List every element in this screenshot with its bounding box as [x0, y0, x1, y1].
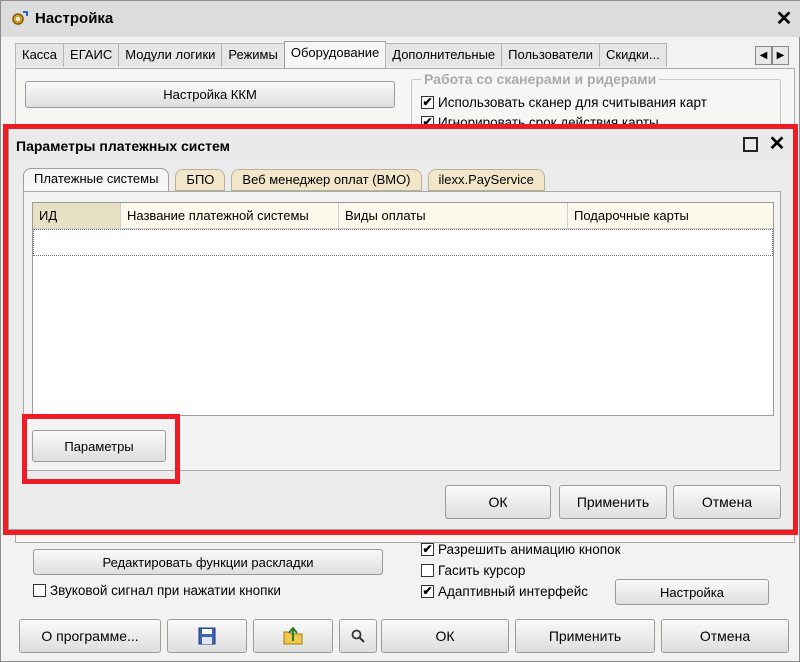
- hide-cursor-checkbox[interactable]: [421, 564, 434, 577]
- apply-button[interactable]: Применить: [515, 619, 655, 653]
- cancel-button[interactable]: Отмена: [661, 619, 789, 653]
- scanner-checkbox[interactable]: ✔: [421, 96, 434, 109]
- column-header-name[interactable]: Название платежной системы: [121, 203, 339, 229]
- dialog-ok-button[interactable]: ОК: [445, 485, 551, 519]
- tab-web-payment-manager[interactable]: Веб менеджер оплат (ВМО): [231, 169, 422, 191]
- ok-button[interactable]: ОК: [381, 619, 509, 653]
- hide-cursor-checkbox-label: Гасить курсор: [438, 563, 526, 578]
- tab-scroll-arrows: ◀ ▶: [755, 46, 791, 66]
- adaptive-checkbox-label: Адаптивный интерфейс: [438, 584, 588, 599]
- payment-systems-dialog: Параметры платежных систем ✕ Платежные с…: [8, 128, 795, 530]
- settings-gear-icon: [12, 11, 28, 25]
- dialog-tabbar: Платежные системы БПО Веб менеджер оплат…: [23, 168, 551, 193]
- outer-tabbar: Касса ЕГАИС Модули логики Режимы Оборудо…: [15, 41, 667, 69]
- adaptive-checkbox[interactable]: ✔: [421, 585, 434, 598]
- scanners-group-title: Работа со сканерами и ридерами: [421, 71, 660, 87]
- edit-layout-button[interactable]: Редактировать функции раскладки: [33, 549, 383, 575]
- tab-scroll-left-icon[interactable]: ◀: [755, 46, 772, 65]
- payment-systems-table[interactable]: ИД Название платежной системы Виды оплат…: [32, 202, 774, 416]
- search-button[interactable]: [339, 619, 377, 653]
- tab-users[interactable]: Пользователи: [501, 43, 601, 67]
- animation-checkbox[interactable]: ✔: [421, 543, 434, 556]
- tab-egais[interactable]: ЕГАИС: [63, 43, 120, 67]
- dialog-title: Параметры платежных систем: [16, 138, 230, 154]
- column-header-gift-cards[interactable]: Подарочные карты: [568, 203, 773, 229]
- folder-export-icon: [283, 627, 303, 645]
- tab-ilexx-payservice[interactable]: ilexx.PayService: [427, 169, 545, 191]
- sound-checkbox-row[interactable]: Звуковой сигнал при нажатии кнопки: [33, 583, 281, 598]
- hide-cursor-checkbox-row[interactable]: Гасить курсор: [421, 563, 525, 578]
- sound-checkbox[interactable]: [33, 584, 46, 597]
- scanner-checkbox-label: Использовать сканер для считывания карт: [438, 95, 707, 110]
- parameters-button[interactable]: Параметры: [32, 430, 166, 462]
- column-header-payment-types[interactable]: Виды оплаты: [339, 203, 568, 229]
- tab-additional[interactable]: Дополнительные: [385, 43, 503, 67]
- dialog-titlebar: Параметры платежных систем ✕: [9, 129, 794, 161]
- close-icon[interactable]: ✕: [766, 133, 788, 155]
- column-header-id[interactable]: ИД: [33, 203, 121, 229]
- window-title: Настройка: [35, 10, 114, 27]
- tab-discounts[interactable]: Скидки...: [599, 43, 667, 67]
- maximize-icon[interactable]: [743, 137, 758, 152]
- tab-logic-modules[interactable]: Модули логики: [118, 43, 223, 67]
- floppy-disk-icon: [198, 627, 216, 645]
- save-button[interactable]: [167, 619, 247, 653]
- tab-scroll-right-icon[interactable]: ▶: [772, 46, 789, 65]
- tab-equipment[interactable]: Оборудование: [283, 41, 387, 68]
- payment-systems-panel: ИД Название платежной системы Виды оплат…: [23, 191, 781, 471]
- dialog-cancel-button[interactable]: Отмена: [673, 485, 781, 519]
- tab-bpo[interactable]: БПО: [175, 169, 226, 191]
- adaptive-checkbox-row[interactable]: ✔ Адаптивный интерфейс: [421, 584, 588, 599]
- tab-modes[interactable]: Режимы: [221, 43, 285, 67]
- table-row[interactable]: [33, 229, 773, 256]
- search-icon: [351, 629, 365, 643]
- tab-kassa[interactable]: Касса: [15, 43, 65, 67]
- dialog-apply-button[interactable]: Применить: [559, 485, 667, 519]
- sound-checkbox-label: Звуковой сигнал при нажатии кнопки: [50, 583, 281, 598]
- animation-checkbox-label: Разрешить анимацию кнопок: [438, 542, 621, 557]
- window-titlebar: Настройка ✕: [1, 1, 800, 37]
- export-button[interactable]: [253, 619, 333, 653]
- animation-checkbox-row[interactable]: ✔ Разрешить анимацию кнопок: [421, 542, 621, 557]
- scanner-checkbox-row[interactable]: ✔ Использовать сканер для считывания кар…: [421, 95, 707, 110]
- kkm-settings-button[interactable]: Настройка ККМ: [25, 81, 395, 108]
- close-icon[interactable]: ✕: [773, 8, 795, 30]
- adaptive-settings-button[interactable]: Настройка: [615, 579, 769, 605]
- about-button[interactable]: О программе...: [19, 619, 161, 653]
- tab-payment-systems[interactable]: Платежные системы: [23, 168, 170, 193]
